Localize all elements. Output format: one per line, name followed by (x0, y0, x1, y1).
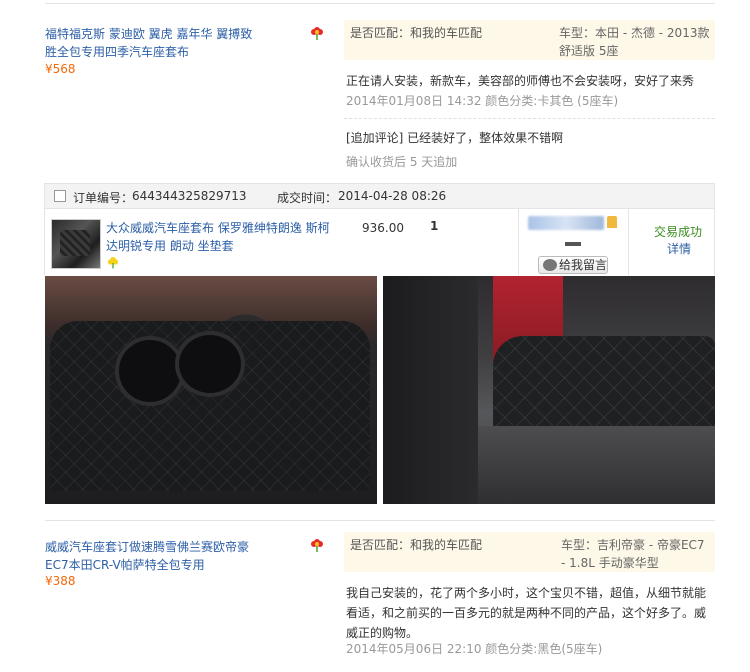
order-col-divider (518, 209, 519, 275)
message-bubble-icon (543, 259, 557, 271)
buyer-sub-blurred (565, 242, 581, 246)
review1-product-link[interactable]: 福特福克斯 蒙迪欧 翼虎 嘉年华 翼搏致胜全包专用四季汽车座套布 (45, 27, 252, 59)
flower-badge-icon (107, 257, 119, 269)
review2-match-label: 是否匹配：和我的车匹配 (350, 538, 483, 552)
review1-meta: 2014年01月08日 14:32 颜色分类:卡其色 (5座车) (346, 94, 619, 108)
photo-leg (383, 276, 478, 504)
review2-product-title[interactable]: 威威汽车座套订做速腾雪佛兰赛欧帝豪EC7本田CR-V帕萨特全包专用 (45, 538, 250, 574)
review-photo-rear-seat[interactable] (383, 276, 715, 504)
order-time: 2014-04-28 08:26 (338, 189, 447, 203)
review1-followup-meta: 确认收货后 5 天追加 (346, 155, 458, 169)
order-product-link[interactable]: 大众威威汽车座套布 保罗雅绅特朗逸 斯柯达明锐专用 朗动 坐垫套 (106, 221, 330, 253)
section-divider (45, 520, 715, 521)
order-detail-link[interactable]: 详情 (667, 240, 691, 257)
leave-message-button[interactable]: 给我留言 (538, 256, 608, 274)
flower-icon (311, 27, 323, 40)
review1-match-box: 是否匹配：和我的车匹配 车型：本田 - 杰德 - 2013款 舒适版 5座 (344, 20, 715, 60)
review1-product-title[interactable]: 福特福克斯 蒙迪欧 翼虎 嘉年华 翼搏致胜全包专用四季汽车座套布 (45, 25, 255, 61)
review1-followup: [追加评论] 已经装好了，整体效果不错啊 (346, 131, 564, 145)
review2-car-model: 车型：吉利帝豪 - 帝豪EC7 - 1.8L 手动豪华型 (561, 538, 705, 570)
flower-icon-2 (311, 539, 323, 552)
review2-meta: 2014年05月06日 22:10 颜色分类:黑色(5座车) (346, 642, 603, 656)
cupholder-right (175, 331, 245, 397)
review2-match-box: 是否匹配：和我的车匹配 车型：吉利帝豪 - 帝豪EC7 - 1.8L 手动豪华型 (344, 532, 715, 572)
review1-text: 正在请人安装，新款车，美容部的师傅也不会安装呀，安好了来秀 (346, 74, 695, 88)
buyer-name-blurred (528, 216, 604, 230)
order-price: 936.00 (362, 221, 404, 235)
review1-match-label: 是否匹配：和我的车匹配 (350, 26, 483, 40)
top-divider (45, 3, 715, 4)
review-photo-armrest[interactable] (45, 276, 377, 504)
cupholder-left (115, 336, 185, 406)
order-col-divider-2 (628, 209, 629, 275)
order-status: 交易成功 (654, 225, 703, 239)
order-header-bar: 订单编号： 644344325829713 成交时间： 2014-04-28 0… (44, 183, 715, 209)
review2-price: ¥388 (45, 574, 76, 588)
order-time-label: 成交时间： (277, 191, 338, 205)
order-number-label: 订单编号： (73, 191, 134, 205)
order-quantity: 1 (430, 219, 439, 233)
review1-price: ¥568 (45, 62, 76, 76)
crown-icon (607, 216, 617, 228)
review1-divider (344, 118, 715, 119)
order-product-title[interactable]: 大众威威汽车座套布 保罗雅绅特朗逸 斯柯达明锐专用 朗动 坐垫套 (106, 219, 334, 255)
leave-message-label: 给我留言 (559, 258, 608, 272)
order-number: 644344325829713 (132, 189, 247, 203)
order-product-thumbnail[interactable] (51, 219, 101, 269)
order-select-checkbox[interactable] (54, 190, 66, 202)
review1-car-model: 车型：本田 - 杰德 - 2013款 舒适版 5座 (559, 26, 710, 58)
review2-text: 我自己安装的，花了两个多小时，这个宝贝不错，超值，从细节就能看适，和之前买的一百… (346, 586, 707, 640)
review2-product-link[interactable]: 威威汽车座套订做速腾雪佛兰赛欧帝豪EC7本田CR-V帕萨特全包专用 (45, 540, 249, 572)
